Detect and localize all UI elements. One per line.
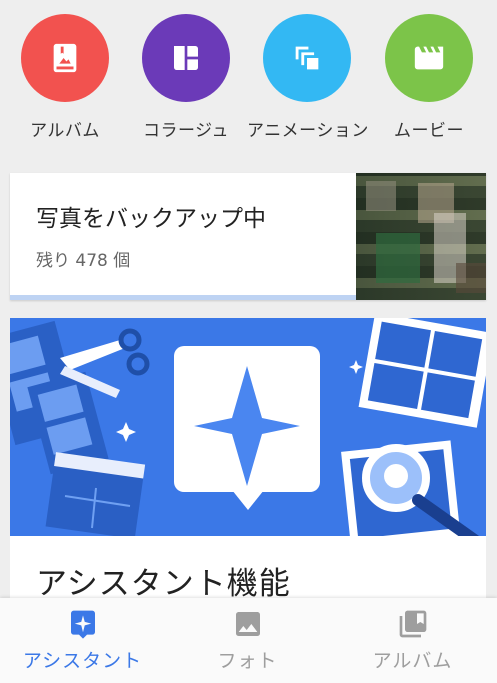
photo-icon — [232, 608, 264, 640]
quick-action-album[interactable]: アルバム — [5, 14, 125, 141]
movie-icon[interactable] — [385, 14, 473, 102]
backup-status-card[interactable]: 写真をバックアップ中 残り 478 個 — [10, 173, 486, 300]
quick-action-label: ムービー — [394, 121, 464, 141]
quick-action-label: アニメーション — [247, 121, 369, 141]
album-icon[interactable] — [21, 14, 109, 102]
quick-action-animation[interactable]: アニメーション — [247, 14, 369, 141]
nav-label-albums: アルバム — [372, 650, 453, 672]
assistant-bubble-icon — [174, 346, 320, 510]
photo-collage-icon — [358, 318, 486, 428]
quick-action-label: コラージュ — [143, 121, 229, 141]
hero-illustration — [10, 318, 486, 536]
quick-action-label: アルバム — [30, 121, 100, 141]
bottom-navigation: アシスタント フォト アルバム — [0, 598, 497, 683]
backup-title: 写真をバックアップ中 — [36, 206, 266, 232]
nav-label-assistant: アシスタント — [22, 650, 143, 672]
backup-remaining: 残り 478 個 — [36, 251, 131, 271]
collage-icon[interactable] — [142, 14, 230, 102]
quick-action-collage[interactable]: コラージュ — [126, 14, 246, 141]
assistant-hero-illustration — [10, 318, 486, 536]
assistant-icon — [67, 608, 99, 640]
backup-progress-bar — [10, 295, 356, 300]
nav-label-photos: フォト — [217, 650, 278, 672]
nav-tab-assistant[interactable]: アシスタント — [0, 598, 165, 683]
clapperboard-icon — [45, 452, 146, 536]
quick-action-movie[interactable]: ムービー — [369, 14, 489, 141]
nav-tab-photos[interactable]: フォト — [165, 598, 330, 683]
animation-icon[interactable] — [263, 14, 351, 102]
backup-thumbnail — [356, 173, 486, 300]
assistant-card-title: アシスタント機能 — [36, 566, 291, 602]
magnifier-icon — [341, 440, 480, 536]
nav-tab-albums[interactable]: アルバム — [330, 598, 495, 683]
album-library-icon — [397, 608, 429, 640]
quick-actions: アルバム コラージュ アニメーション ムービー — [0, 0, 497, 150]
film-strip-icon — [10, 320, 109, 475]
assistant-feature-card[interactable]: アシスタント機能 — [10, 318, 486, 608]
